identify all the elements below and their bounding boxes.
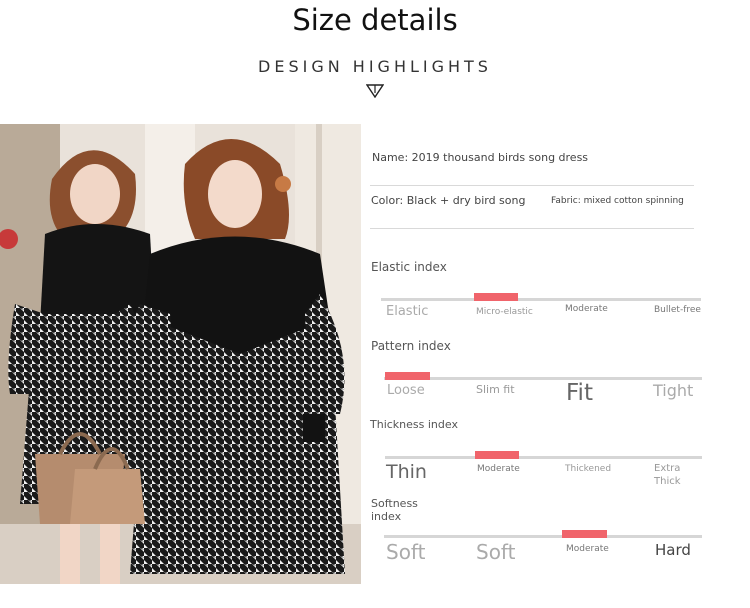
elastic-index-marker [474,293,518,301]
thickness-index-label: Thickness index [370,418,458,431]
softness-option: Moderate [566,544,609,554]
softness-option: Hard [655,541,691,559]
softness-index-marker [562,530,607,538]
thickness-option: Moderate [477,464,520,474]
elastic-index-label: Elastic index [371,260,447,274]
divider [370,185,694,186]
pattern-option: Tight [653,381,694,400]
page-title: Size details [292,3,458,37]
down-triangle-icon [366,84,384,98]
pattern-index-label: Pattern index [371,339,451,353]
softness-option: Soft [476,540,516,564]
softness-index-track [384,535,702,538]
product-photo [0,124,361,584]
thickness-option: Extra Thick [654,463,681,487]
section-subtitle: DESIGN HIGHLIGHTS [258,57,492,76]
thickness-index-marker [475,451,519,459]
thickness-option: Thickened [565,464,612,474]
elastic-option: Bullet-free [654,305,701,315]
elastic-index-track [381,298,701,301]
pattern-index-track [384,377,702,380]
elastic-option: Elastic [386,304,429,319]
product-name: Name: 2019 thousand birds song dress [372,151,589,164]
pattern-option: Slim fit [476,383,515,396]
softness-option: Soft [386,540,426,564]
elastic-option: Moderate [565,304,608,314]
pattern-option: Loose [387,383,425,398]
pattern-option: Fit [566,380,593,406]
product-fabric: Fabric: mixed cotton spinning [551,196,684,206]
thickness-option: Thin [386,461,427,483]
product-color: Color: Black + dry bird song [371,194,526,207]
thickness-index-track [385,456,702,459]
elastic-option: Micro-elastic [476,307,533,317]
pattern-index-marker [385,372,430,380]
divider [370,228,694,229]
softness-index-label: Softness index [371,497,418,523]
model-illustration [0,124,361,584]
